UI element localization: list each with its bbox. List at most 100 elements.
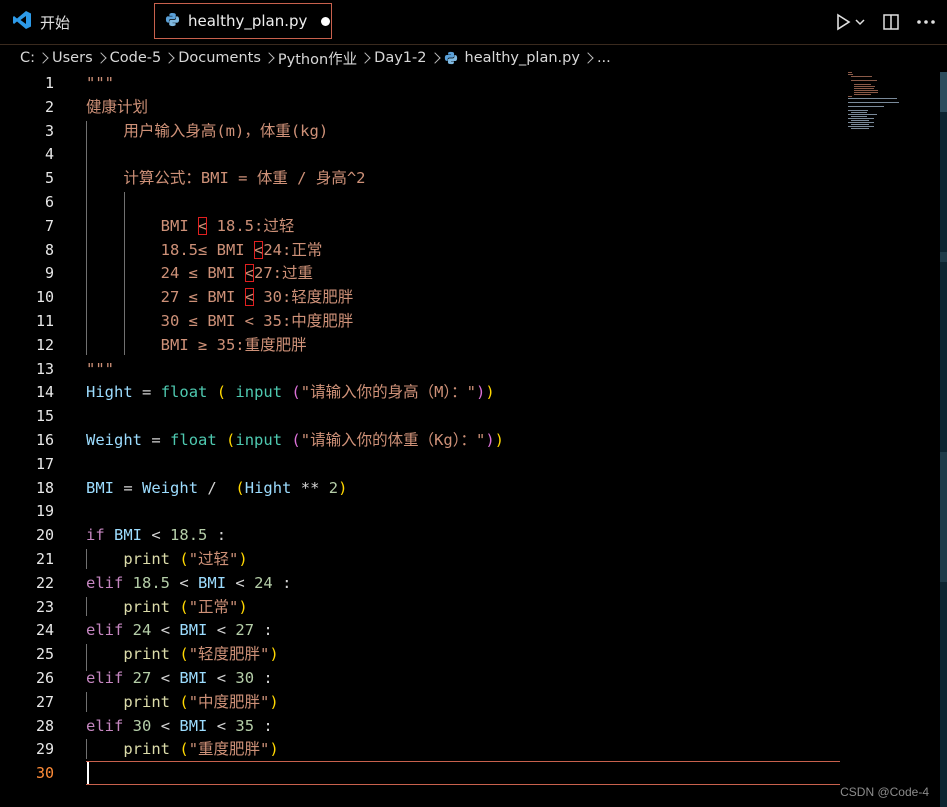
code-line[interactable]: elif 18.5 < BMI < 24 : [0, 571, 840, 595]
minimap-line [848, 106, 885, 107]
minimap[interactable] [848, 72, 928, 132]
breadcrumb-more[interactable]: ... [597, 50, 611, 66]
code-line[interactable]: BMI ≥ 35:重度肥胖 [0, 333, 840, 357]
code-line[interactable]: elif 24 < BMI < 27 : [0, 618, 840, 642]
current-line-highlight [86, 761, 840, 786]
minimap-line [848, 98, 898, 99]
tab-file-label: healthy_plan.py [188, 12, 308, 30]
chevron-right-icon [582, 52, 594, 64]
minimap-line [851, 128, 870, 129]
indent-guide [86, 549, 87, 569]
tab-healthy-plan[interactable]: healthy_plan.py [154, 3, 332, 39]
indent-guide [86, 644, 87, 664]
breadcrumb-documents[interactable]: Documents [178, 50, 261, 66]
code-line[interactable]: 30 ≤ BMI < 35:中度肥胖 [0, 309, 840, 333]
chevron-right-icon [428, 52, 441, 64]
code-text: print ("正常") [123, 597, 248, 616]
breadcrumb-file[interactable]: healthy_plan.py [444, 50, 580, 66]
code-text: 用户输入身高(m)，体重(kg) [86, 121, 329, 140]
indent-guide [124, 192, 125, 355]
code-line[interactable]: 27 ≤ BMI < 30:轻度肥胖 [0, 285, 840, 309]
code-line[interactable]: """ [0, 357, 840, 381]
code-line[interactable]: """ [0, 71, 840, 95]
scrollbar-thumb[interactable] [940, 72, 947, 112]
split-editor-icon[interactable] [882, 13, 900, 31]
minimap-line [848, 122, 874, 123]
code-text: 计算公式：BMI = 体重 / 身高^2 [86, 169, 366, 188]
code-line[interactable] [0, 452, 840, 476]
vscode-icon [12, 10, 32, 34]
code-text: print ("重度肥胖") [123, 740, 279, 759]
code-line[interactable] [0, 190, 840, 214]
code-text: 30 ≤ BMI < 35:中度肥胖 [86, 312, 354, 330]
annotation-box: < [244, 264, 254, 283]
code-line[interactable]: 计算公式：BMI = 体重 / 身高^2 [0, 166, 840, 190]
code-text: Weight = float (input ("请输入你的体重（Kg）：")) [86, 431, 505, 449]
code-text: """ [86, 74, 114, 92]
indent-guide [86, 739, 87, 760]
tab-bar: 开始 healthy_plan.py [0, 0, 947, 45]
code-line[interactable]: BMI = Weight / (Hight ** 2) [0, 476, 840, 500]
scrollbar-marker [940, 452, 947, 582]
chevron-down-icon[interactable] [854, 16, 866, 28]
indent-guide [86, 120, 87, 355]
breadcrumb-users[interactable]: Users [52, 50, 93, 66]
code-text: elif 18.5 < BMI < 24 : [86, 573, 292, 592]
code-line[interactable]: elif 30 < BMI < 35 : [0, 714, 840, 738]
code-text: BMI < 18.5:过轻 [86, 216, 295, 235]
tab-welcome[interactable]: 开始 [0, 0, 148, 44]
code-line[interactable]: Hight = float ( input ("请输入你的身高（M）：")) [0, 380, 840, 404]
code-line[interactable]: print ("中度肥胖") [0, 690, 840, 714]
code-line[interactable]: elif 27 < BMI < 30 : [0, 666, 840, 690]
chevron-right-icon [37, 52, 49, 64]
editor-actions [826, 0, 936, 44]
code-line[interactable] [0, 404, 840, 428]
code-text: elif 30 < BMI < 35 : [86, 716, 273, 735]
minimap-line [851, 116, 867, 117]
minimap-line [854, 86, 876, 87]
code-line[interactable]: Weight = float (input ("请输入你的体重（Kg）：")) [0, 428, 840, 452]
minimap-line [848, 96, 852, 97]
code-line[interactable]: 24 ≤ BMI <27:过重 [0, 261, 840, 285]
python-file-icon [165, 12, 180, 31]
minimap-line [848, 74, 854, 75]
code-line[interactable]: 用户输入身高(m)，体重(kg) [0, 119, 840, 143]
chevron-right-icon [263, 52, 275, 64]
code-line[interactable]: print ("轻度肥胖") [0, 642, 840, 666]
chevron-right-icon [359, 52, 371, 64]
code-line[interactable]: print ("正常") [0, 595, 840, 619]
tab-welcome-label: 开始 [40, 13, 71, 32]
annotation-box: < [253, 240, 264, 259]
more-actions-icon[interactable] [916, 19, 936, 25]
breadcrumb-day[interactable]: Day1-2 [374, 50, 426, 66]
unsaved-dot-icon[interactable] [321, 16, 331, 26]
breadcrumb-user[interactable]: Code-5 [110, 50, 162, 66]
code-text: 24 ≤ BMI <27:过重 [86, 264, 313, 283]
indent-guide [86, 691, 87, 712]
code-text: elif 24 < BMI < 27 : [86, 621, 273, 640]
code-line[interactable]: 健康计划 [0, 95, 840, 119]
play-icon[interactable] [834, 13, 852, 31]
code-line[interactable]: 18.5≤ BMI <24:正常 [0, 238, 840, 262]
code-line[interactable]: print ("过轻") [0, 547, 840, 571]
breadcrumb-drive[interactable]: C: [20, 50, 35, 66]
breadcrumb-python-homework[interactable]: Python作业 [278, 48, 357, 69]
code-text: 27 ≤ BMI < 30:轻度肥胖 [86, 288, 354, 307]
code-text: """ [86, 359, 114, 378]
code-line[interactable]: if BMI < 18.5 : [0, 523, 840, 547]
code-line[interactable]: BMI < 18.5:过轻 [0, 214, 840, 238]
code-text: 健康计划 [86, 97, 149, 116]
minimap-line [848, 110, 868, 111]
minimap-line [848, 72, 852, 73]
code-text: Hight = float ( input ("请输入你的身高（M）：")) [86, 383, 495, 402]
code-line[interactable] [0, 142, 840, 166]
code-text: 18.5≤ BMI <24:正常 [86, 240, 323, 259]
code-line[interactable]: print ("重度肥胖") [0, 737, 840, 761]
code-line[interactable] [0, 499, 840, 523]
code-text: print ("中度肥胖") [123, 692, 279, 711]
vertical-scrollbar[interactable] [940, 72, 947, 807]
code-editor[interactable]: 1 2 3 4 5 6 7 8 9 10 11 12 13 14 15 16 17 18 19 20 21 22 23 24 2… [0, 71, 947, 807]
python-file-icon [444, 51, 457, 65]
code-text: print ("轻度肥胖") [123, 645, 279, 664]
minimap-line [848, 102, 899, 103]
